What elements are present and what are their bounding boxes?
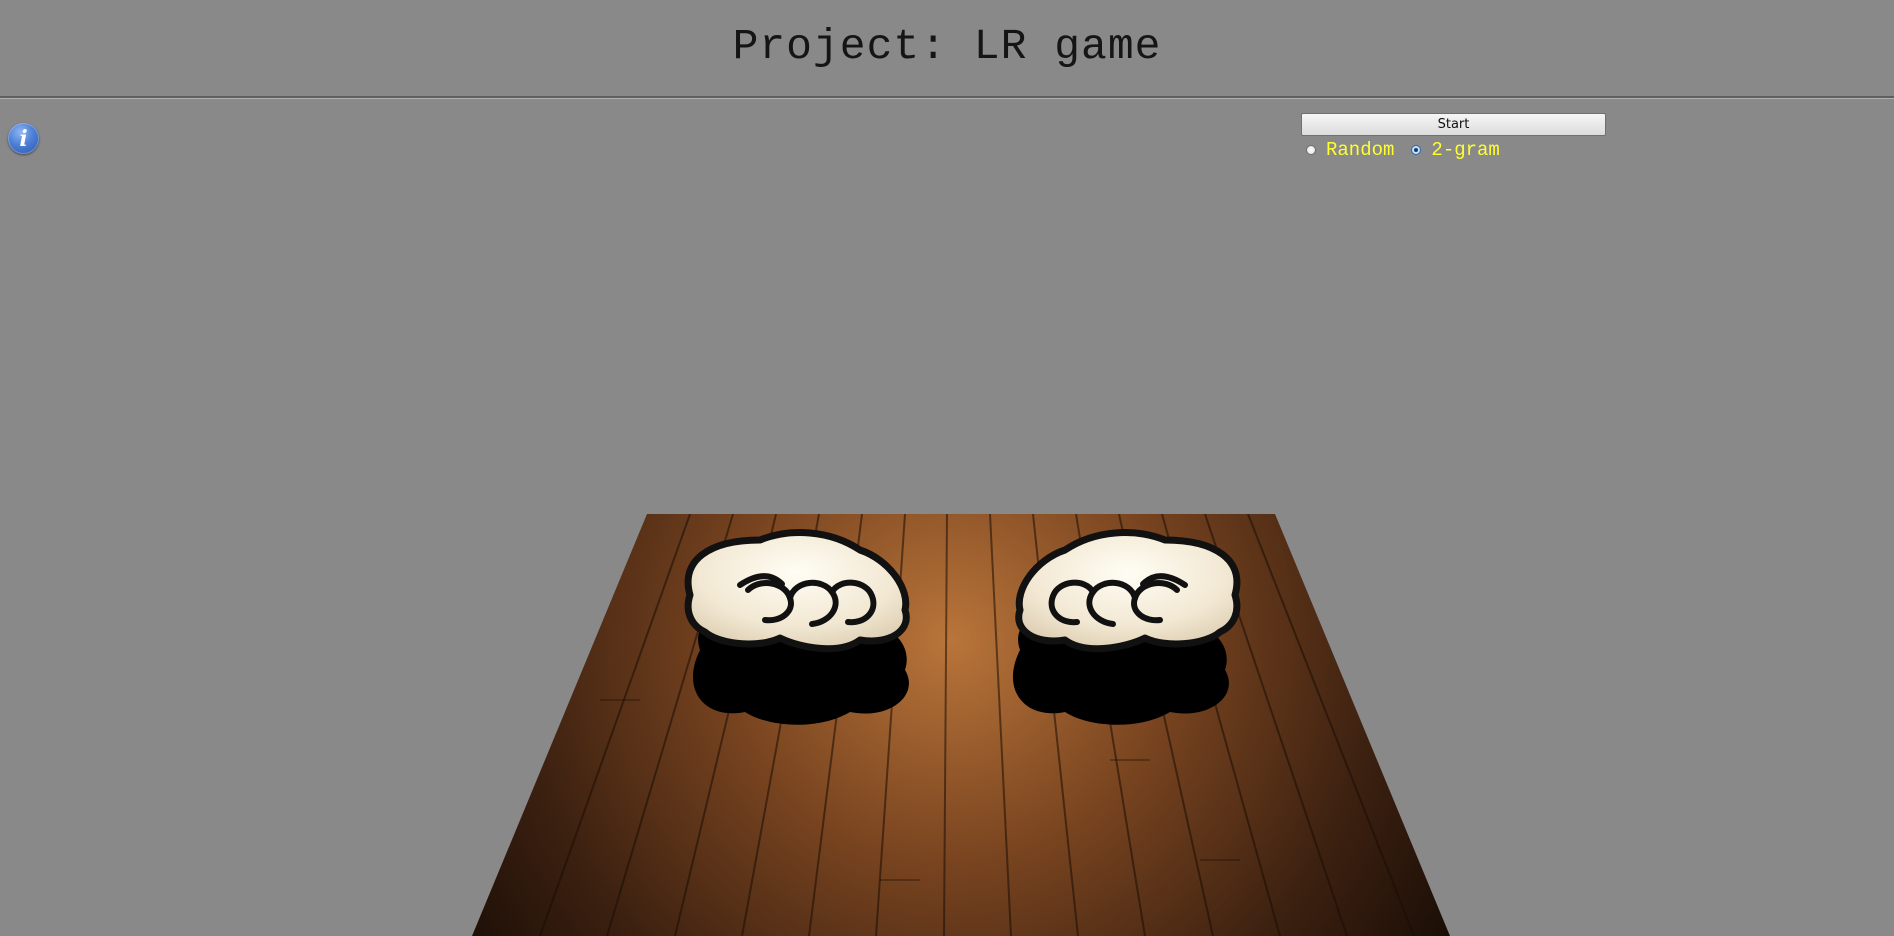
game-stage <box>472 514 1450 936</box>
right-fist-icon[interactable] <box>1012 529 1241 725</box>
header-divider <box>0 96 1894 99</box>
start-button[interactable]: Start <box>1301 113 1606 136</box>
mode-selector: Random 2-gram <box>1301 139 1606 161</box>
random-radio[interactable] <box>1306 145 1316 155</box>
info-icon[interactable]: i <box>8 123 39 154</box>
mode-option-random[interactable]: Random <box>1306 139 1394 161</box>
left-fist-icon[interactable] <box>684 529 910 725</box>
mode-option-2gram[interactable]: 2-gram <box>1411 139 1500 161</box>
game-page: Project: LR game i Start Random 2-gram <box>0 0 1894 936</box>
random-label: Random <box>1326 139 1395 161</box>
2gram-label: 2-gram <box>1431 139 1500 161</box>
header: Project: LR game <box>0 0 1894 96</box>
board <box>472 514 1450 936</box>
2gram-radio[interactable] <box>1411 145 1422 155</box>
page-title: Project: LR game <box>732 21 1162 71</box>
game-controls: Start Random 2-gram <box>1301 113 1606 161</box>
